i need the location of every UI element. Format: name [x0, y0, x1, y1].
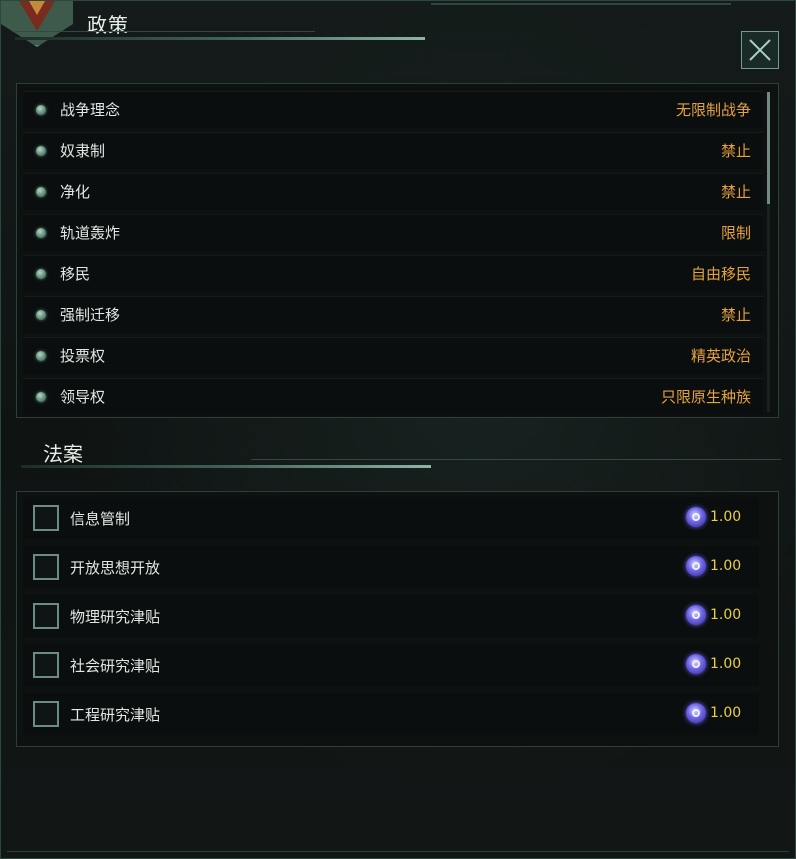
edict-name: 物理研究津贴: [70, 608, 161, 626]
edict-checkbox[interactable]: [33, 505, 59, 531]
green-dot-icon: [36, 187, 46, 197]
policy-name: 投票权: [60, 347, 106, 365]
policy-name: 净化: [60, 183, 91, 201]
edict-list: 信息管制 1.00 开放思想开放 1.00 物理研究津贴 1.00 社会研究津贴…: [16, 491, 779, 747]
policy-row[interactable]: 战争理念 无限制战争: [23, 91, 763, 128]
green-dot-icon: [36, 146, 46, 156]
green-dot-icon: [36, 351, 46, 361]
title-divider-thin: [15, 31, 315, 32]
policy-value: 只限原生种族: [660, 388, 751, 406]
edict-cost: 1.00: [710, 607, 742, 623]
policy-row[interactable]: 轨道轰炸 限制: [23, 214, 763, 251]
green-dot-icon: [36, 392, 46, 402]
scrollbar-thumb[interactable]: [767, 92, 770, 204]
influence-icon: [686, 654, 706, 674]
edict-row[interactable]: 开放思想开放 1.00: [23, 546, 759, 588]
influence-icon: [686, 507, 706, 527]
close-button[interactable]: [741, 31, 779, 69]
policy-row[interactable]: 移民 自由移民: [23, 255, 763, 292]
policy-name: 战争理念: [60, 101, 121, 119]
edict-row[interactable]: 信息管制 1.00: [23, 497, 759, 539]
edict-row[interactable]: 社会研究津贴 1.00: [23, 644, 759, 686]
policy-value: 精英政治: [690, 347, 751, 365]
edict-cost: 1.00: [710, 509, 742, 525]
empire-emblem-icon: [1, 1, 73, 47]
policies-window: 政策 Yuriam 战争理念 无限制战争 奴隶制 禁止 净化 禁止 轨道轰炸 限…: [0, 0, 796, 859]
edict-checkbox[interactable]: [33, 652, 59, 678]
window-title: 政策: [87, 13, 129, 37]
edict-row[interactable]: 物理研究津贴 1.00: [23, 595, 759, 637]
edict-name: 社会研究津贴: [70, 657, 161, 675]
policy-name: 移民: [60, 265, 91, 283]
green-dot-icon: [36, 310, 46, 320]
policy-row[interactable]: 奴隶制 禁止: [23, 132, 763, 169]
influence-icon: [686, 703, 706, 723]
top-edge-line: [431, 3, 731, 5]
section-divider: [21, 465, 431, 468]
title-divider: [15, 37, 425, 40]
green-dot-icon: [36, 269, 46, 279]
policy-name: 轨道轰炸: [60, 224, 121, 242]
influence-icon: [686, 605, 706, 625]
policy-row[interactable]: 领导权 只限原生种族: [23, 378, 763, 415]
section-divider-thin: [251, 459, 781, 460]
policy-row[interactable]: 净化 禁止: [23, 173, 763, 210]
influence-icon: [686, 556, 706, 576]
edict-checkbox[interactable]: [33, 701, 59, 727]
policy-row[interactable]: 投票权 精英政治: [23, 337, 763, 374]
edicts-section-title: 法案: [43, 442, 83, 466]
policy-value: 限制: [720, 224, 751, 242]
policy-value: 禁止: [720, 183, 751, 201]
policy-value: 自由移民: [690, 265, 751, 283]
green-dot-icon: [36, 105, 46, 115]
policy-value: 禁止: [720, 142, 751, 160]
policy-value: 禁止: [720, 306, 751, 324]
policy-value: 无限制战争: [675, 101, 751, 119]
edict-checkbox[interactable]: [33, 603, 59, 629]
edict-checkbox[interactable]: [33, 554, 59, 580]
edict-name: 开放思想开放: [70, 559, 161, 577]
edict-cost: 1.00: [710, 705, 742, 721]
edict-name: 信息管制: [70, 510, 131, 528]
edict-row[interactable]: 工程研究津贴 1.00: [23, 693, 759, 735]
edict-cost: 1.00: [710, 558, 742, 574]
edict-name: 工程研究津贴: [70, 706, 161, 724]
policy-name: 强制迁移: [60, 306, 121, 324]
edict-cost: 1.00: [710, 656, 742, 672]
policy-row[interactable]: 强制迁移 禁止: [23, 296, 763, 333]
policy-list: 战争理念 无限制战争 奴隶制 禁止 净化 禁止 轨道轰炸 限制 移民 自由移民 …: [16, 83, 779, 418]
policy-name: 领导权: [60, 388, 106, 406]
close-x-icon: [749, 39, 771, 61]
green-dot-icon: [36, 228, 46, 238]
policy-name: 奴隶制: [60, 142, 106, 160]
